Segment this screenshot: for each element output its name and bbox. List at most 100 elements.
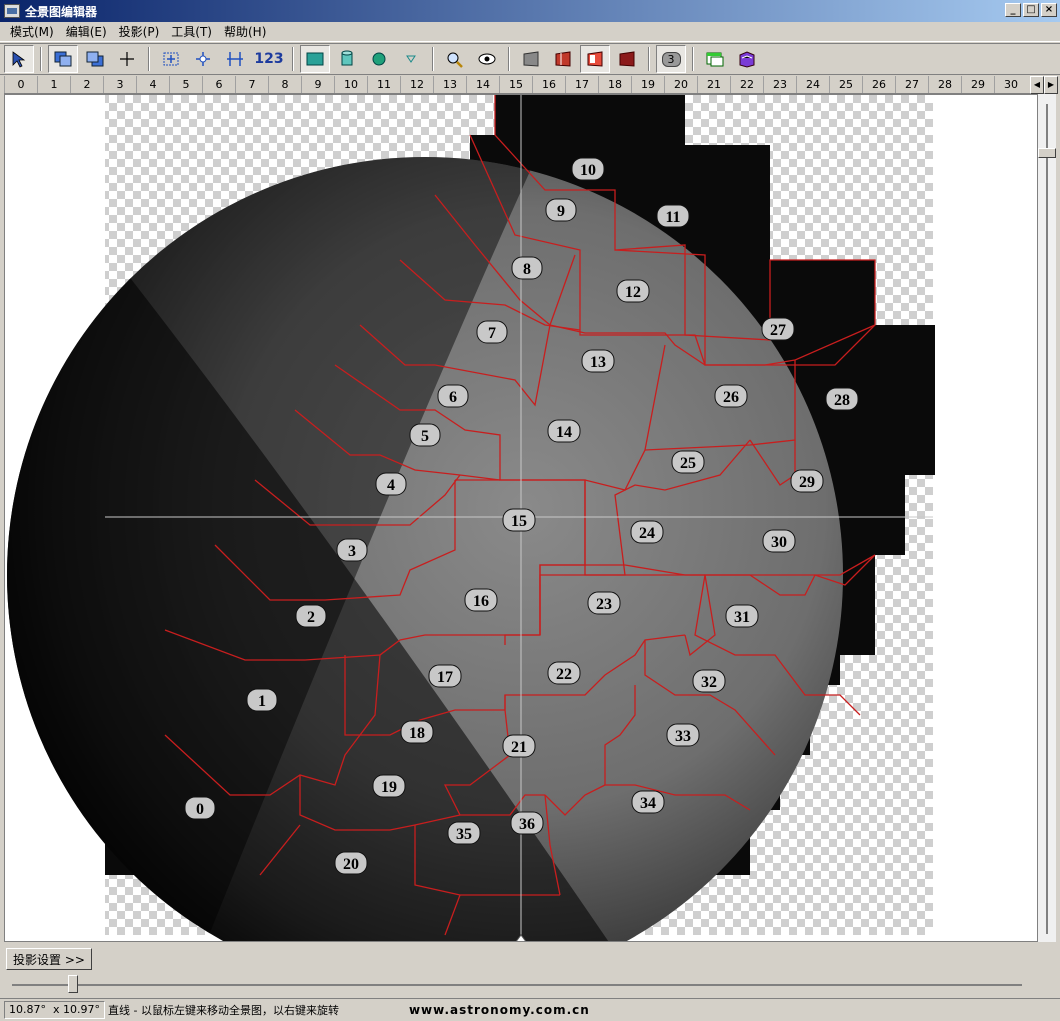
- close-button[interactable]: ×: [1041, 3, 1057, 17]
- panel-label-11[interactable]: 11: [656, 204, 690, 228]
- panel-label-25[interactable]: 25: [671, 450, 705, 474]
- panel-label-32[interactable]: 32: [692, 669, 726, 693]
- panel-label-21[interactable]: 21: [502, 734, 536, 758]
- badge-count-button[interactable]: 3: [656, 45, 686, 73]
- ruler-tick: 19: [631, 76, 664, 93]
- panorama-svg[interactable]: 0 1 2 3 4 5 6 7 8 9 10 11 12 13 14 15 16…: [5, 95, 1038, 942]
- ruler-tick: 7: [235, 76, 268, 93]
- ruler-scroll-right-icon[interactable]: ▶: [1044, 76, 1058, 94]
- blend-red-light-button[interactable]: [580, 45, 610, 73]
- app-icon: [4, 4, 20, 18]
- panel-label-34[interactable]: 34: [631, 790, 665, 814]
- panel-label-18[interactable]: 18: [400, 720, 434, 744]
- panel-label-6[interactable]: 6: [437, 384, 469, 408]
- panel-label-text: 21: [511, 739, 527, 756]
- panel-label-text: 0: [196, 801, 204, 818]
- column-ruler: 0 1 2 3 4 5 6 7 8 9 10 11 12 13 14 15 16…: [4, 76, 1030, 94]
- panel-label-17[interactable]: 17: [428, 664, 462, 688]
- panel-label-14[interactable]: 14: [547, 419, 581, 443]
- plane-projection-button[interactable]: [300, 45, 330, 73]
- ruler-scroll-left-icon[interactable]: ◀: [1030, 76, 1044, 94]
- distribute-button[interactable]: [220, 45, 250, 73]
- number-labels-button[interactable]: 123: [252, 45, 286, 73]
- blend-dark-red-button[interactable]: [612, 45, 642, 73]
- panel-label-8[interactable]: 8: [511, 256, 543, 280]
- panel-label-19[interactable]: 19: [372, 774, 406, 798]
- panel-label-text: 30: [771, 534, 787, 551]
- projection-settings-button[interactable]: 投影设置 >>: [6, 948, 92, 970]
- panel-label-text: 17: [437, 669, 453, 686]
- panel-label-33[interactable]: 33: [666, 723, 700, 747]
- panel-label-4[interactable]: 4: [375, 472, 407, 496]
- ruler-tick: 10: [334, 76, 367, 93]
- panel-label-text: 36: [519, 816, 535, 833]
- panel-label-29[interactable]: 29: [790, 469, 824, 493]
- book-help-button[interactable]: [732, 45, 762, 73]
- fit-all-button[interactable]: [156, 45, 186, 73]
- horizontal-slider-thumb[interactable]: [68, 975, 78, 993]
- toolbar-separator: [508, 47, 510, 71]
- menu-projection[interactable]: 投影(P): [113, 23, 166, 40]
- panel-label-23[interactable]: 23: [587, 591, 621, 615]
- status-url: www.astronomy.com.cn: [408, 1003, 590, 1017]
- panel-label-30[interactable]: 30: [762, 529, 796, 553]
- panel-label-12[interactable]: 12: [616, 279, 650, 303]
- menu-mode[interactable]: 模式(M): [4, 23, 60, 40]
- select-pointer-button[interactable]: [4, 45, 34, 73]
- panel-label-0[interactable]: 0: [184, 796, 216, 820]
- vertical-slider-thumb[interactable]: [1038, 148, 1056, 158]
- move-center-button[interactable]: [188, 45, 218, 73]
- panel-label-27[interactable]: 27: [761, 317, 795, 341]
- panel-label-2[interactable]: 2: [295, 604, 327, 628]
- layers-front-button[interactable]: [48, 45, 78, 73]
- panel-label-35[interactable]: 35: [447, 821, 481, 845]
- panel-label-text: 6: [449, 389, 457, 406]
- panel-label-36[interactable]: 36: [510, 811, 544, 835]
- ruler-tick: 26: [862, 76, 895, 93]
- ruler-tick: 14: [466, 76, 499, 93]
- horizontal-slider[interactable]: [12, 975, 1022, 993]
- panel-label-text: 23: [596, 596, 612, 613]
- preview-eye-icon[interactable]: [472, 45, 502, 73]
- panorama-canvas[interactable]: 0 1 2 3 4 5 6 7 8 9 10 11 12 13 14 15 16…: [4, 94, 1038, 942]
- panel-label-16[interactable]: 16: [464, 588, 498, 612]
- panel-label-9[interactable]: 9: [545, 198, 577, 222]
- panel-label-10[interactable]: 10: [571, 157, 605, 181]
- ruler-tick: 2: [70, 76, 103, 93]
- blend-gray-button[interactable]: [516, 45, 546, 73]
- ruler-tick: 16: [532, 76, 565, 93]
- minimize-button[interactable]: _: [1005, 3, 1021, 17]
- panel-label-13[interactable]: 13: [581, 349, 615, 373]
- blend-red-button[interactable]: [548, 45, 578, 73]
- panel-label-text: 4: [387, 477, 395, 494]
- panel-label-text: 12: [625, 284, 641, 301]
- panel-label-5[interactable]: 5: [409, 423, 441, 447]
- vertical-slider[interactable]: [1038, 94, 1056, 942]
- ruler-tick: 4: [136, 76, 169, 93]
- layers-back-button[interactable]: [80, 45, 110, 73]
- zoom-icon[interactable]: [440, 45, 470, 73]
- menu-help[interactable]: 帮助(H): [218, 23, 272, 40]
- crosshair-button[interactable]: [112, 45, 142, 73]
- panel-label-3[interactable]: 3: [336, 538, 368, 562]
- panel-label-31[interactable]: 31: [725, 604, 759, 628]
- panel-label-22[interactable]: 22: [547, 661, 581, 685]
- menu-tools[interactable]: 工具(T): [165, 23, 218, 40]
- panel-label-text: 22: [556, 666, 572, 683]
- panel-label-26[interactable]: 26: [714, 384, 748, 408]
- menu-edit[interactable]: 编辑(E): [60, 23, 113, 40]
- projection-dropdown-icon[interactable]: [396, 45, 426, 73]
- panel-label-7[interactable]: 7: [476, 320, 508, 344]
- panel-label-24[interactable]: 24: [630, 520, 664, 544]
- sphere-projection-button[interactable]: [364, 45, 394, 73]
- panel-label-15[interactable]: 15: [502, 508, 536, 532]
- panel-label-20[interactable]: 20: [334, 851, 368, 875]
- ruler-tick: 28: [928, 76, 961, 93]
- window-output-button[interactable]: [700, 45, 730, 73]
- ruler-tick: 8: [268, 76, 301, 93]
- maximize-button[interactable]: □: [1023, 3, 1039, 17]
- panel-label-1[interactable]: 1: [246, 688, 278, 712]
- panel-label-28[interactable]: 28: [825, 387, 859, 411]
- cylinder-projection-button[interactable]: [332, 45, 362, 73]
- panel-label-text: 7: [488, 325, 496, 342]
